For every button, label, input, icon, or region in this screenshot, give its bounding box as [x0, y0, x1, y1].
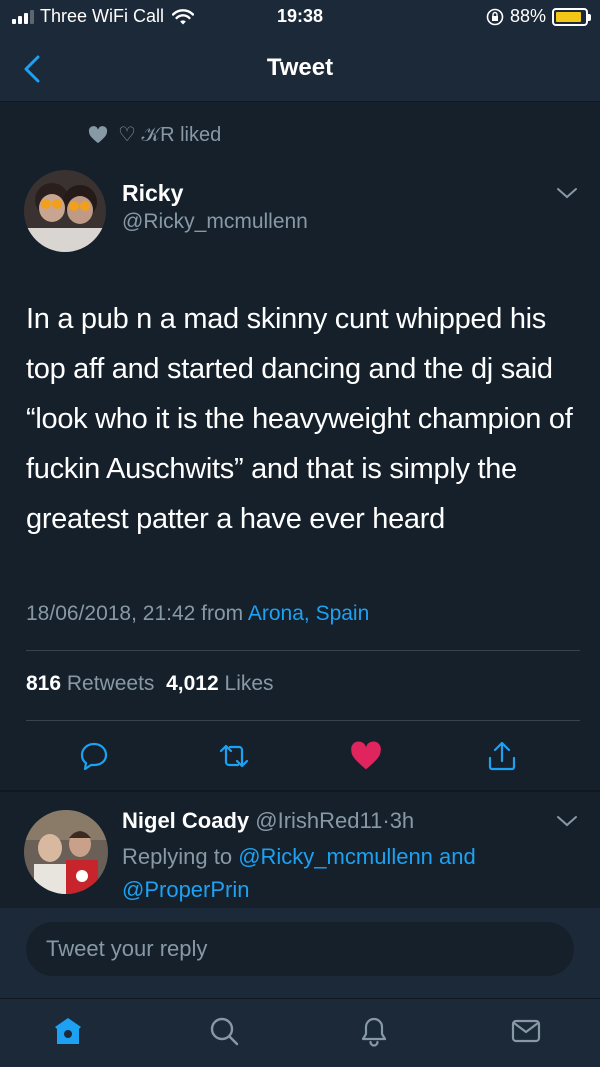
tweet-stats: 816 Retweets 4,012 Likes	[26, 672, 274, 696]
reply-header: Nigel Coady @IrishRed11·3h	[122, 808, 414, 834]
reply-separator: ·	[382, 808, 390, 833]
tab-notifications[interactable]	[356, 1013, 392, 1049]
notifications-icon	[361, 1017, 387, 1047]
retweet-button[interactable]	[214, 736, 254, 776]
tweet-text: In a pub n a mad skinny cunt whipped his…	[26, 303, 573, 535]
reply-button[interactable]	[74, 736, 114, 776]
navigation-bar: Tweet	[0, 36, 600, 102]
liked-by-text: ♡ 𝒦R liked	[118, 124, 222, 146]
likes-count: 4,012	[166, 672, 219, 695]
tab-bar	[0, 998, 600, 1067]
social-context[interactable]: ♡ 𝒦R liked	[88, 122, 221, 147]
tab-messages[interactable]	[508, 1013, 544, 1049]
likes-stat[interactable]: 4,012 Likes	[166, 672, 273, 695]
heart-icon	[351, 741, 381, 770]
like-button[interactable]	[346, 736, 386, 776]
author-avatar[interactable]	[24, 170, 106, 252]
divider	[26, 650, 580, 651]
status-bar: Three WiFi Call 19:38 88%	[0, 0, 600, 36]
tweet-meta: 18/06/2018, 21:42 from Arona, Spain	[26, 602, 369, 626]
tweet-from-label: from	[201, 602, 244, 625]
tweet-location-link[interactable]: Arona, Spain	[248, 602, 369, 625]
chevron-down-icon[interactable]	[556, 186, 578, 200]
tab-search[interactable]	[206, 1013, 242, 1049]
battery-percent: 88%	[509, 6, 546, 26]
page-title: Tweet	[266, 54, 334, 81]
tweet-actions	[0, 730, 600, 780]
home-icon	[55, 1018, 81, 1044]
reply-input[interactable]: Tweet your reply	[26, 922, 574, 976]
heart-icon	[88, 125, 108, 143]
section-divider	[0, 790, 600, 792]
reply-author-avatar[interactable]	[24, 810, 108, 894]
retweets-label: Retweets	[66, 672, 155, 695]
replying-to-label: Replying to	[122, 844, 233, 869]
compose-bar: Tweet your reply	[0, 908, 600, 998]
replying-to: Replying to @Ricky_mcmullenn and @Proper…	[122, 840, 542, 906]
reply-icon	[80, 742, 108, 771]
tab-home[interactable]	[50, 1013, 86, 1049]
author-name[interactable]: Ricky	[122, 180, 183, 207]
messages-icon	[511, 1019, 541, 1043]
share-icon	[488, 741, 516, 771]
reply-author-handle[interactable]: @IrishRed11	[255, 808, 382, 833]
retweet-icon	[219, 744, 249, 768]
chevron-down-icon[interactable]	[556, 814, 578, 828]
author-handle[interactable]: @Ricky_mcmullenn	[122, 210, 308, 234]
status-right: 88%	[486, 6, 591, 27]
orientation-lock-icon	[486, 8, 504, 25]
retweets-stat[interactable]: 816 Retweets	[26, 672, 154, 695]
reply-age: 3h	[389, 808, 415, 833]
divider	[26, 720, 580, 721]
retweets-count: 816	[26, 672, 62, 695]
likes-label: Likes	[224, 672, 274, 695]
reply-author-name[interactable]: Nigel Coady	[122, 808, 249, 833]
share-button[interactable]	[482, 736, 522, 776]
battery-icon	[552, 7, 591, 26]
reply-input-placeholder: Tweet your reply	[46, 936, 208, 961]
tweet-timestamp: 18/06/2018, 21:42	[26, 602, 196, 625]
search-icon	[210, 1017, 239, 1046]
